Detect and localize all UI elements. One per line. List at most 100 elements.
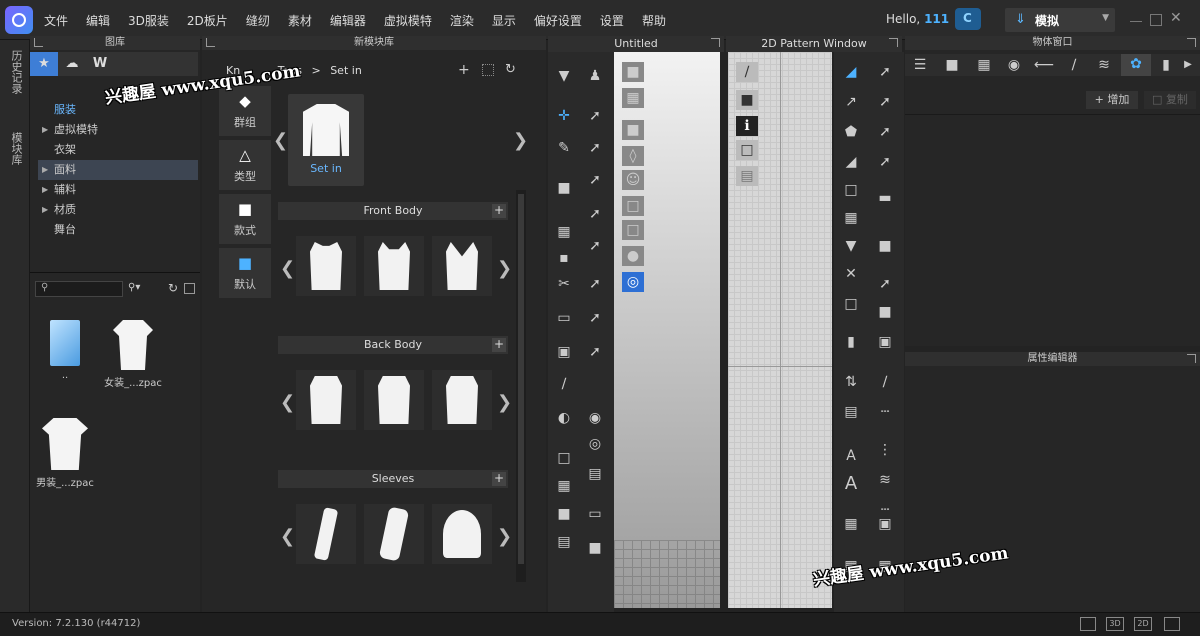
show-sewing-icon[interactable]: □ [622,220,644,240]
refresh-icon[interactable]: ↻ [505,62,516,77]
cut-icon[interactable]: ✂ [553,274,575,294]
minimize-icon[interactable] [1130,14,1142,22]
topstitch-icon[interactable]: ➚ [584,342,606,362]
topstitch-2d-icon[interactable]: ▤ [840,402,862,422]
buttonhole-icon[interactable]: ◎ [584,434,606,454]
tree-item-material[interactable]: ▶ 材质 [38,200,198,220]
expand-arrow-icon[interactable]: ▶ [42,120,48,140]
copy-button[interactable]: □ 复制 [1144,91,1196,109]
fold-icon[interactable]: ➚ [584,138,606,158]
menu-2d-pattern[interactable]: 2D板片 [187,12,228,29]
view-mode-icon[interactable]: ■ [622,62,644,82]
cross-icon[interactable]: ✕ [840,264,862,284]
2d-only-view-icon[interactable]: 2D [1134,617,1152,631]
undock-icon[interactable] [206,38,215,47]
trims-tab-icon[interactable]: ✿ [1121,54,1151,76]
split-view-icon[interactable] [1080,617,1096,631]
menu-render[interactable]: 渲染 [450,12,474,29]
globe-icon[interactable]: ◎ [622,272,644,292]
lock-icon[interactable]: ▤ [584,464,606,484]
prev-arrow-icon[interactable]: ❮ [273,130,288,151]
shield-pattern-icon[interactable]: ▼ [840,236,862,256]
add-icon[interactable]: + [492,338,506,352]
line-tab-icon[interactable]: ⟵ [1033,55,1055,75]
module-thumbnail[interactable] [432,236,492,296]
module-thumbnail[interactable] [364,504,424,564]
needle-icon[interactable]: ∕ [553,374,575,394]
favorites-star-icon[interactable]: ★ [30,52,58,76]
show-baseline-icon[interactable]: □ [736,140,758,160]
puckering-icon[interactable]: □ [553,448,575,468]
grid-view-icon[interactable] [482,64,494,76]
selected-module-card[interactable]: Set in [288,94,364,186]
show-pattern-icon[interactable]: ∕ [736,62,758,82]
edit-point-icon[interactable]: ↗ [840,92,862,112]
expand-arrow-icon[interactable]: ▶ [42,160,48,180]
menu-edit[interactable]: 编辑 [86,12,110,29]
seam-icon[interactable]: ➚ [584,204,606,224]
rectangle-icon[interactable]: ➚ [874,122,896,142]
seam-allowance-icon[interactable]: ➚ [874,274,896,294]
measure-icon[interactable]: ∕ [874,372,896,392]
free-sew-icon[interactable]: ▣ [874,332,896,352]
select-move-icon[interactable]: ✛ [553,106,575,126]
edit-curvature-icon[interactable]: ➚ [874,92,896,112]
dashed-line-icon[interactable]: ┄ [874,402,896,422]
prev-arrow-icon[interactable]: ❮ [280,392,295,413]
file-item[interactable]: 男装_...zpac [30,418,100,489]
grid-select-icon[interactable]: ▦ [840,208,862,228]
iron-icon[interactable]: ▬ [874,188,896,208]
shirt-view-icon[interactable]: ■ [622,120,644,140]
grain-icon[interactable]: ▦ [840,514,862,534]
module-thumbnail[interactable] [364,370,424,430]
next-arrow-icon[interactable]: ❯ [497,526,512,547]
info-icon[interactable]: ℹ [736,116,758,136]
menu-preferences[interactable]: 偏好设置 [534,12,582,29]
3d-only-view-icon[interactable]: 3D [1106,617,1124,631]
category-type[interactable]: △ 类型 [219,140,271,190]
more-tab-icon[interactable]: ▮ [1155,55,1177,75]
text-icon[interactable]: A [840,474,862,494]
camera-icon[interactable]: ▣ [874,514,896,534]
tree-item-avatar[interactable]: ▶ 虚拟模特 [38,120,198,140]
module-thumbnail[interactable] [432,504,492,564]
tree-item-trims[interactable]: ▶ 辅料 [38,180,198,200]
module-scrollbar[interactable] [516,190,526,582]
expand-arrow-icon[interactable]: ▶ [42,200,48,220]
zip-icon[interactable]: ▭ [584,504,606,524]
button-tab-icon[interactable]: ◉ [1003,55,1025,75]
menu-sewing[interactable]: 缝纫 [246,12,270,29]
menu-materials[interactable]: 素材 [288,12,312,29]
breadcrumb-setin[interactable]: Set in [330,64,362,77]
undock-icon[interactable] [34,38,43,47]
app-logo-icon[interactable] [5,6,33,34]
module-thumbnail[interactable] [296,236,356,296]
ruler-icon[interactable]: ⇅ [840,372,862,392]
tree-item-stage[interactable]: 舞台 [38,220,198,240]
next-arrow-icon[interactable]: ❯ [497,392,512,413]
module-thumbnail[interactable] [432,370,492,430]
avatar-silhouette-icon[interactable]: ● [622,246,644,266]
module-thumbnail[interactable] [296,370,356,430]
simulation-arrow-icon[interactable]: ▼ [553,66,575,86]
tree-item-fabric[interactable]: ▶ 面料 [38,160,198,180]
modules-tab[interactable]: 模块库 [8,132,24,165]
prev-arrow-icon[interactable]: ❮ [280,526,295,547]
menu-help[interactable]: 帮助 [642,12,666,29]
list-icon[interactable]: ☰ [909,55,931,75]
transform-pattern-icon[interactable]: ➚ [874,62,896,82]
tree-item-hanger[interactable]: 衣架 [38,140,198,160]
module-thumbnail[interactable] [364,236,424,296]
avatar-walk-icon[interactable]: ♟ [584,66,606,86]
button-tool-icon[interactable]: ▣ [553,342,575,362]
undock-icon[interactable] [1187,354,1196,363]
add-icon[interactable]: + [492,472,506,486]
library-search-input[interactable]: ⚲ [35,281,123,297]
add-icon[interactable]: + [458,62,470,78]
username[interactable]: 111 [924,12,949,26]
garment-icon[interactable]: ■ [553,178,575,198]
texture-icon[interactable]: ▦ [622,88,644,108]
select-mesh-icon[interactable]: ➚ [584,106,606,126]
show-fabric-icon[interactable]: □ [622,196,644,216]
list-view-icon[interactable] [184,283,195,294]
